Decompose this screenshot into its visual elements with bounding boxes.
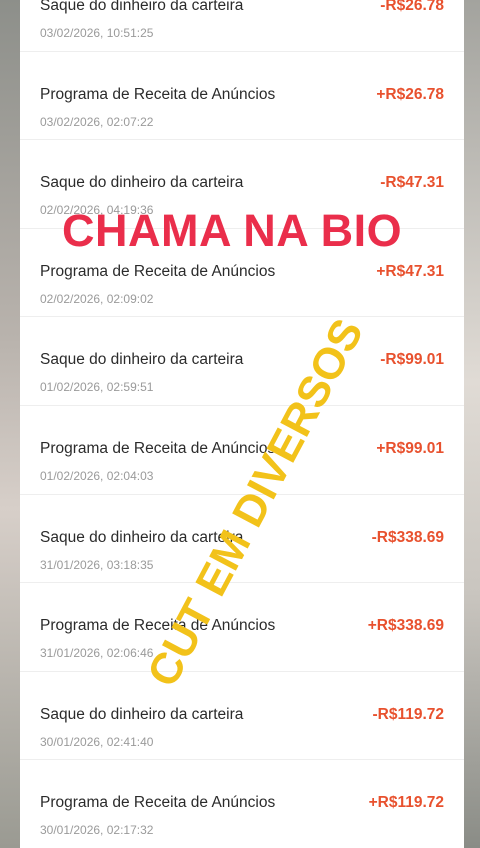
background-right-edge [462, 0, 480, 848]
transaction-card: Saque do dinheiro da carteira -R$26.78 0… [20, 0, 464, 848]
transaction-date: 30/01/2026, 02:41:40 [40, 734, 154, 749]
transaction-amount: -R$99.01 [380, 351, 444, 369]
transaction-amount: -R$119.72 [372, 705, 444, 723]
transaction-amount: -R$26.78 [380, 0, 444, 14]
transaction-date: 31/01/2026, 02:06:46 [40, 646, 154, 661]
transaction-amount: -R$338.69 [371, 528, 444, 546]
transaction-list: Saque do dinheiro da carteira -R$26.78 0… [20, 0, 464, 848]
transaction-row[interactable]: Programa de Receita de Anúncios +R$26.78… [20, 52, 464, 141]
transaction-date: 02/02/2026, 02:09:02 [40, 291, 154, 306]
transaction-title: Saque do dinheiro da carteira [40, 351, 244, 369]
transaction-title: Programa de Receita de Anúncios [40, 262, 276, 280]
transaction-row[interactable]: Saque do dinheiro da carteira -R$26.78 0… [20, 0, 464, 52]
transaction-amount: +R$338.69 [367, 617, 444, 635]
transaction-amount: -R$47.31 [380, 174, 444, 192]
transaction-row[interactable]: Programa de Receita de Anúncios +R$119.7… [20, 760, 464, 848]
transaction-row[interactable]: Saque do dinheiro da carteira -R$99.01 0… [20, 317, 464, 406]
transaction-date: 03/02/2026, 02:07:22 [40, 114, 154, 129]
transaction-title: Saque do dinheiro da carteira [40, 705, 244, 723]
transaction-date: 03/02/2026, 10:51:25 [40, 26, 154, 40]
transaction-title: Saque do dinheiro da carteira [40, 174, 244, 192]
transaction-date: 01/02/2026, 02:59:51 [40, 380, 154, 395]
transaction-title: Programa de Receita de Anúncios [40, 439, 276, 457]
transaction-row[interactable]: Programa de Receita de Anúncios +R$338.6… [20, 583, 464, 672]
transaction-date: 01/02/2026, 02:04:03 [40, 468, 154, 483]
transaction-amount: +R$119.72 [368, 794, 444, 812]
transaction-amount: +R$47.31 [376, 262, 444, 280]
transaction-amount: +R$26.78 [376, 85, 444, 103]
transaction-title: Programa de Receita de Anúncios [40, 85, 276, 103]
transaction-title: Programa de Receita de Anúncios [40, 794, 276, 812]
transaction-date: 30/01/2026, 02:17:32 [40, 823, 154, 838]
transaction-row[interactable]: Saque do dinheiro da carteira -R$119.72 … [20, 672, 464, 761]
background-left-edge [0, 0, 22, 848]
overlay-text-chama-na-bio: CHAMA NA BIO [62, 205, 403, 256]
transaction-amount: +R$99.01 [376, 439, 444, 457]
transaction-title: Saque do dinheiro da carteira [40, 0, 244, 14]
transaction-date: 31/01/2026, 03:18:35 [40, 557, 154, 572]
